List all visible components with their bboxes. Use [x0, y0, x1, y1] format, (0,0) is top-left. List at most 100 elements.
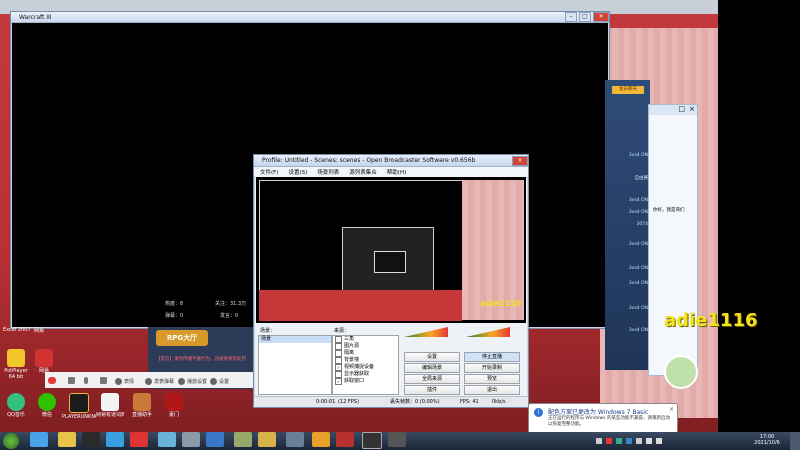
menu-settings[interactable]: 设置(S): [288, 168, 307, 176]
scene-item[interactable]: 场景: [259, 336, 331, 343]
toolbar-play-settings[interactable]: 播放设置: [178, 378, 207, 385]
desktop-icon-netease[interactable]: 网易: [30, 349, 58, 374]
source-item-0[interactable]: 三角: [333, 336, 398, 343]
lobby-line-3[interactable]: 3vs4 ON: [620, 210, 648, 216]
clock[interactable]: 17:00 2021/10/6: [750, 434, 784, 446]
heart-icon[interactable]: [48, 377, 56, 384]
start-button[interactable]: [3, 433, 19, 449]
source-checkbox[interactable]: ✓: [335, 378, 342, 385]
maximize-button[interactable]: □: [579, 12, 591, 22]
desktop-icon-qqmusic[interactable]: QQ音乐: [2, 393, 30, 418]
notification-close-icon[interactable]: ×: [669, 406, 674, 413]
settings-button[interactable]: 设置: [404, 352, 460, 362]
show-desktop-button[interactable]: [790, 432, 800, 450]
tray-icon-3[interactable]: [616, 438, 622, 444]
menu-help[interactable]: 帮助(H): [387, 168, 406, 176]
app-icon-7[interactable]: [182, 432, 200, 447]
maximize-icon[interactable]: □: [678, 105, 685, 113]
source-item-6[interactable]: ✓ 获取窗口: [333, 378, 398, 385]
warcraft-titlebar[interactable]: Warcraft III – □ ×: [11, 12, 609, 23]
obs-titlebar[interactable]: Profile: Untitled - Scenes: scenes - Ope…: [254, 155, 528, 167]
toolbar-emoji[interactable]: 表情: [115, 378, 134, 385]
app-icon-8[interactable]: [206, 432, 224, 447]
scenes-list[interactable]: 场景: [258, 335, 332, 395]
desktop-icon-wechat[interactable]: 微信: [33, 393, 61, 418]
rpg-hall-banner[interactable]: RPG大厅: [156, 330, 208, 346]
explorer-icon[interactable]: [58, 432, 76, 447]
desktop-volume-meter[interactable]: [404, 327, 448, 337]
ie-icon[interactable]: [30, 432, 48, 447]
close-icon[interactable]: ×: [689, 105, 695, 113]
source-item-2[interactable]: 隔离: [333, 350, 398, 357]
plugins-button[interactable]: 插件: [404, 385, 460, 395]
preview-button[interactable]: 预览: [464, 374, 520, 384]
stop-live-button[interactable]: 停止直播: [464, 352, 520, 362]
app-icon-13[interactable]: [336, 432, 354, 447]
start-record-button[interactable]: 开始录制: [464, 363, 520, 373]
avatar[interactable]: [664, 355, 698, 389]
lobby-line-0[interactable]: 3vs4 ON: [620, 153, 648, 159]
volume-tray-icon[interactable]: [646, 438, 652, 444]
lobby-line-8[interactable]: 3vs4 ON: [620, 306, 648, 312]
app-icon-4[interactable]: [106, 432, 124, 447]
netease-music-icon[interactable]: [130, 432, 148, 447]
chat-dialog[interactable]: × □ 你好，我是哥们: [648, 104, 698, 376]
chat-dialog-titlebar[interactable]: × □: [649, 105, 697, 115]
source-checkbox[interactable]: [335, 336, 342, 343]
exit-button[interactable]: 退出: [464, 385, 520, 395]
obs-window[interactable]: Profile: Untitled - Scenes: scenes - Ope…: [253, 154, 529, 408]
sources-list[interactable]: 三角 图片源 隔离 背景墙 ✓ 视频捕捉设备 显示器获取 ✓ 获取窗口: [332, 335, 399, 395]
desktop-label-netease[interactable]: 网易: [34, 327, 44, 334]
source-item-3[interactable]: 背景墙: [333, 357, 398, 364]
app-icon-12[interactable]: [312, 432, 330, 447]
tray-icon-2[interactable]: [606, 438, 612, 444]
lobby-tag[interactable]: 会员聊天: [612, 86, 644, 94]
desktop-label-excel[interactable]: Excel 2007: [3, 327, 31, 333]
global-sources-button[interactable]: 全局来源: [404, 374, 460, 384]
lobby-line-5[interactable]: 3vs4 ON: [620, 242, 648, 248]
lobby-line-6[interactable]: 3vs4 ON: [620, 266, 648, 272]
source-checkbox[interactable]: [335, 350, 342, 357]
obs-close-button[interactable]: ×: [512, 155, 528, 166]
qq-icon[interactable]: [82, 432, 100, 447]
desktop-icon-pubg[interactable]: PLAYERUNKNOWN'S BATTLEGR...: [62, 393, 96, 420]
toolbar-danmu[interactable]: 发表弹幕: [145, 378, 174, 385]
desktop-icon-live-assistant[interactable]: 直播助手: [128, 393, 156, 418]
minimize-button[interactable]: –: [565, 12, 577, 22]
tray-icon-1[interactable]: [596, 438, 602, 444]
menu-file[interactable]: 文件(F): [260, 168, 278, 176]
network-tray-icon[interactable]: [656, 438, 662, 444]
source-checkbox[interactable]: [335, 357, 342, 364]
menu-scene-list[interactable]: 场景列表: [317, 168, 339, 176]
tray-icon-5[interactable]: [636, 438, 642, 444]
obs-taskbar-icon[interactable]: [362, 432, 382, 449]
volume-icon[interactable]: [68, 377, 75, 384]
lobby-line-4[interactable]: 3074: [620, 222, 648, 228]
mic-volume-meter[interactable]: [466, 327, 510, 337]
lobby-line-7[interactable]: 3vs4 ON: [620, 281, 648, 287]
mic-icon[interactable]: [84, 377, 88, 384]
notification-balloon[interactable]: i 配色方案已更改为 Windows 7 Basic 正在运行的程序与 Wind…: [528, 403, 678, 434]
app-icon-6[interactable]: [158, 432, 176, 447]
audio-icon[interactable]: [100, 377, 107, 384]
lobby-line-2[interactable]: 3vs4 ON: [620, 198, 648, 204]
menu-source-list[interactable]: 源列表集合: [349, 168, 377, 176]
source-checkbox[interactable]: [335, 343, 342, 350]
desktop-icon-haomen[interactable]: 豪门: [160, 393, 188, 418]
source-checkbox[interactable]: ✓: [335, 364, 342, 371]
close-button[interactable]: ×: [593, 12, 609, 22]
desktop-icon-potplayer[interactable]: PotPlayer 64 bit: [2, 349, 30, 380]
desktop-icon-youdao[interactable]: 网易有道词典: [96, 393, 124, 418]
source-item-1[interactable]: 图片源: [333, 343, 398, 350]
app-icon-15[interactable]: [388, 432, 406, 447]
source-item-5[interactable]: 显示器获取: [333, 371, 398, 378]
source-checkbox[interactable]: [335, 371, 342, 378]
source-item-4[interactable]: ✓ 视频捕捉设备: [333, 364, 398, 371]
app-icon-11[interactable]: [286, 432, 304, 447]
toolbar-settings[interactable]: 设置: [210, 378, 229, 385]
lobby-line-1[interactable]: 自由赛: [620, 175, 649, 181]
edit-scene-button[interactable]: 编辑场景: [404, 363, 460, 373]
app-icon-9[interactable]: [234, 432, 252, 447]
lobby-line-9[interactable]: 3vs4 ON: [620, 328, 648, 334]
app-icon-10[interactable]: [258, 432, 276, 447]
